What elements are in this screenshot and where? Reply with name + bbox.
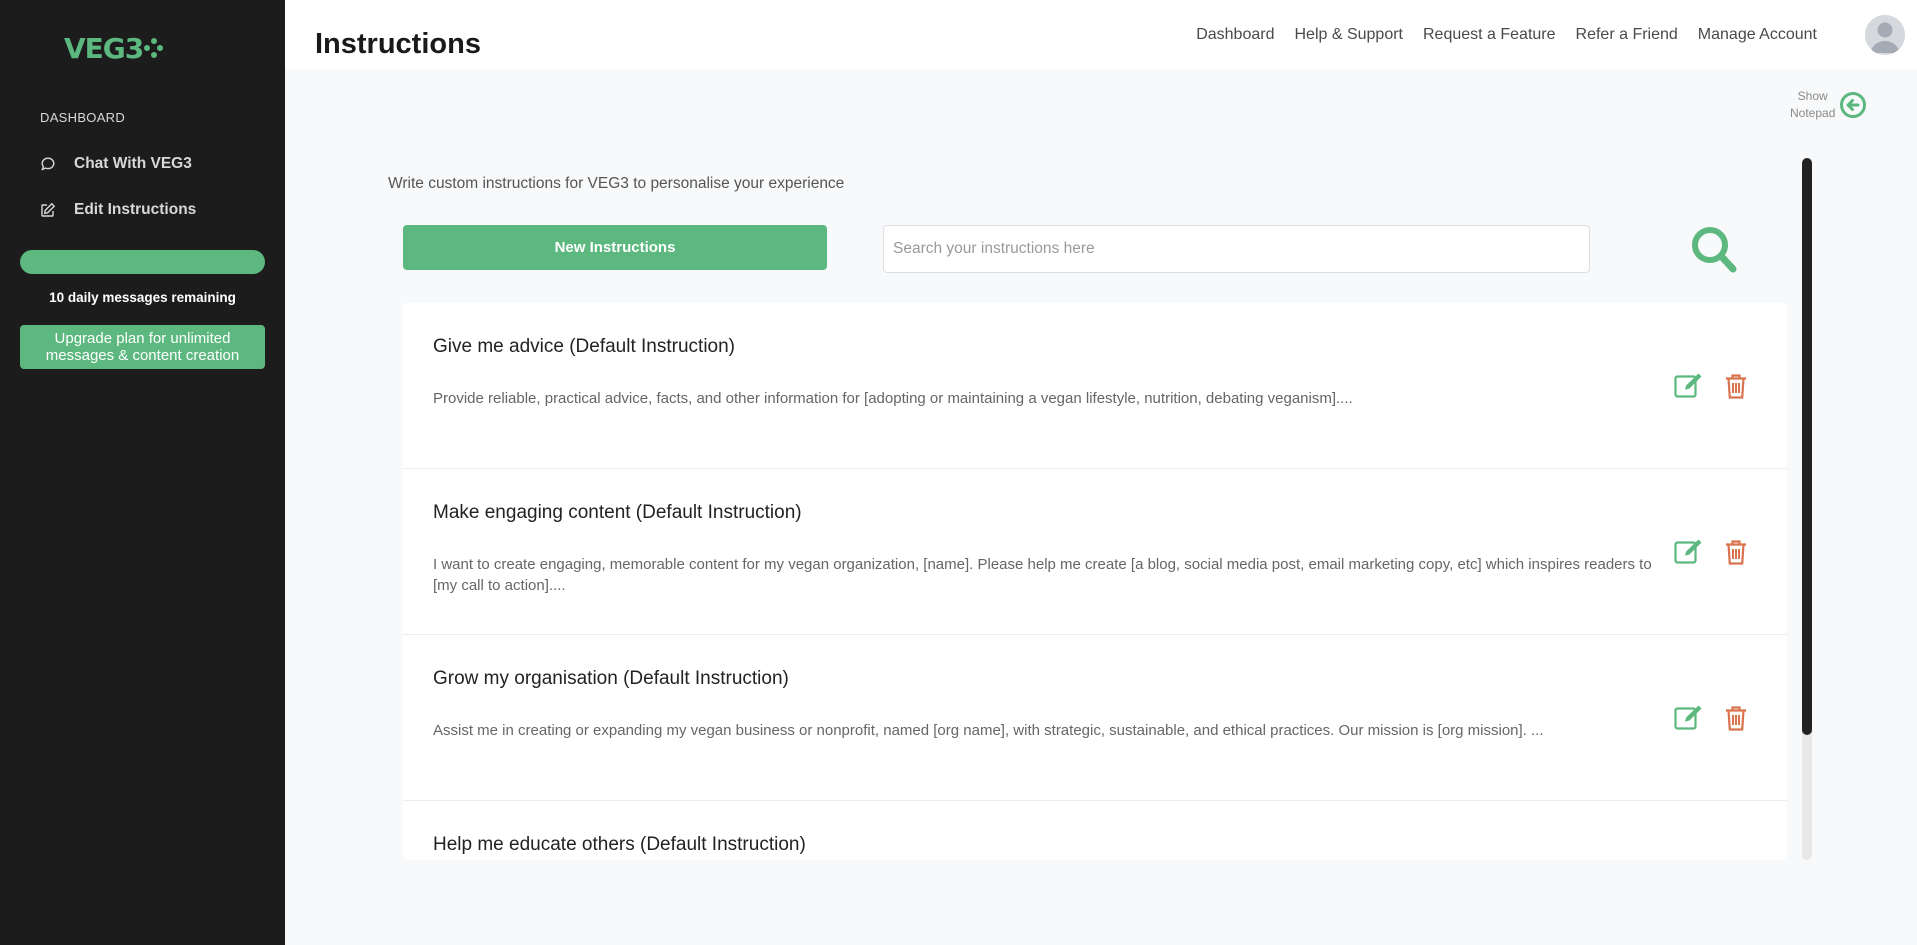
edit-icon[interactable]: [1673, 371, 1703, 401]
sidebar-item-chat[interactable]: Chat With VEG3: [40, 155, 192, 173]
messages-remaining: 10 daily messages remaining: [49, 290, 236, 305]
scrollbar-thumb[interactable]: [1802, 158, 1812, 735]
nav-manage-account[interactable]: Manage Account: [1698, 26, 1817, 44]
trash-icon[interactable]: [1721, 703, 1751, 733]
instruction-actions: [1673, 703, 1751, 733]
show-notepad-toggle[interactable]: Show Notepad: [1790, 88, 1867, 122]
instruction-description: Provide reliable, practical advice, fact…: [433, 390, 1353, 407]
instruction-actions: [1673, 371, 1751, 401]
instruction-title: Give me advice (Default Instruction): [433, 336, 736, 357]
chat-bubble-icon: [41, 157, 55, 171]
nav-dashboard[interactable]: Dashboard: [1196, 26, 1274, 44]
instruction-item[interactable]: Make engaging content (Default Instructi…: [403, 469, 1787, 635]
search-input[interactable]: [883, 225, 1590, 273]
sidebar-item-label: Edit Instructions: [74, 201, 197, 218]
sidebar: VEG3 DASHBOARD Chat With VEG3 Edit Instr…: [0, 0, 285, 945]
instruction-title: Grow my organisation (Default Instructio…: [433, 668, 789, 689]
instruction-title: Make engaging content (Default Instructi…: [433, 502, 802, 523]
edit-icon[interactable]: [1673, 537, 1703, 567]
usage-progress-fill: [20, 250, 265, 274]
edit-square-icon: [41, 202, 56, 217]
trash-icon[interactable]: [1721, 371, 1751, 401]
nav-refer-friend[interactable]: Refer a Friend: [1576, 26, 1678, 44]
top-header: Instructions Dashboard Help & Support Re…: [285, 0, 1917, 70]
logo-dots-icon: [144, 36, 164, 60]
instructions-intro: Write custom instructions for VEG3 to pe…: [388, 175, 845, 192]
page-title: Instructions: [315, 28, 481, 60]
trash-icon[interactable]: [1721, 537, 1751, 567]
nav-request-feature[interactable]: Request a Feature: [1423, 26, 1556, 44]
nav-help-support[interactable]: Help & Support: [1294, 26, 1403, 44]
sidebar-item-edit-instructions[interactable]: Edit Instructions: [40, 201, 196, 219]
usage-progress-bar: [20, 250, 265, 274]
new-instructions-button[interactable]: New Instructions: [403, 225, 827, 270]
notepad-label-line2: Notepad: [1790, 106, 1836, 120]
instruction-item[interactable]: Grow my organisation (Default Instructio…: [403, 635, 1787, 801]
instruction-item[interactable]: Give me advice (Default Instruction) Pro…: [403, 303, 1787, 469]
notepad-label-line1: Show: [1797, 89, 1828, 103]
instruction-actions: [1673, 537, 1751, 567]
sidebar-item-label: Chat With VEG3: [74, 155, 192, 172]
edit-icon[interactable]: [1673, 703, 1703, 733]
top-navigation: Dashboard Help & Support Request a Featu…: [1196, 26, 1817, 44]
veg3-logo[interactable]: VEG3: [64, 31, 164, 65]
instruction-item[interactable]: Help me educate others (Default Instruct…: [403, 801, 1787, 860]
user-avatar[interactable]: [1865, 15, 1905, 55]
logo-text: VEG3: [64, 31, 144, 65]
instruction-list: Give me advice (Default Instruction) Pro…: [403, 303, 1787, 860]
notepad-label: Show Notepad: [1790, 88, 1835, 122]
user-avatar-icon: [1865, 15, 1905, 55]
sidebar-section-label: DASHBOARD: [40, 110, 126, 125]
instruction-description: Assist me in creating or expanding my ve…: [433, 722, 1544, 739]
upgrade-plan-button[interactable]: Upgrade plan for unlimited messages & co…: [20, 325, 265, 369]
instruction-description: I want to create engaging, memorable con…: [433, 556, 1652, 594]
instruction-list-scrollbar[interactable]: [1802, 158, 1812, 860]
search-icon[interactable]: [1690, 225, 1738, 275]
instruction-title: Help me educate others (Default Instruct…: [433, 834, 806, 855]
arrow-left-circle-icon: [1840, 92, 1867, 118]
